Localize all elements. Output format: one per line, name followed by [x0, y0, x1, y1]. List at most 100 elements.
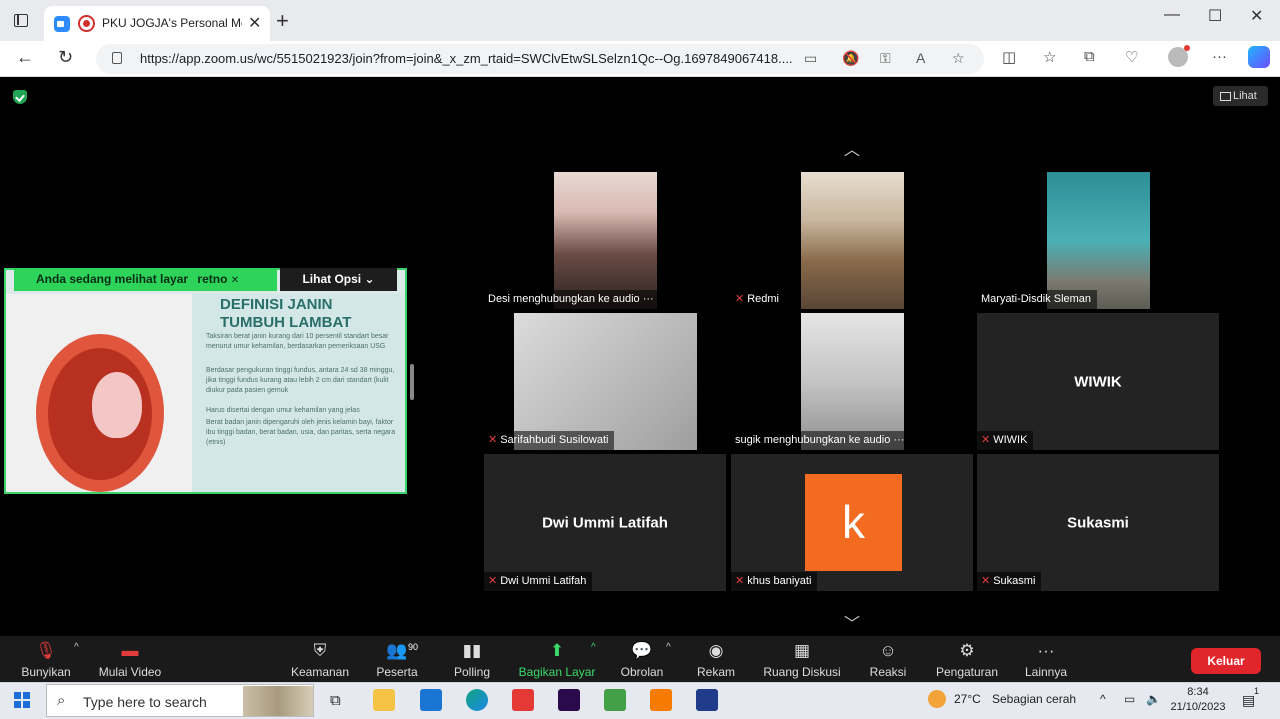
file-explorer-icon[interactable]	[373, 689, 395, 711]
zoom-favicon-icon	[54, 16, 70, 32]
polling-button[interactable]: ▮▮ Polling	[450, 640, 494, 679]
favorites-icon[interactable]: ☆	[1043, 48, 1056, 66]
record-button[interactable]: ◉ Rekam	[694, 640, 738, 679]
view-button-label: Lihat	[1233, 90, 1257, 102]
tab-actions-icon[interactable]	[14, 14, 28, 27]
battery-icon[interactable]: ▭	[1124, 692, 1135, 706]
audio-options-caret-icon[interactable]: ^	[74, 642, 79, 653]
participant-video	[554, 172, 657, 309]
record-label: Rekam	[696, 665, 735, 679]
chevron-down-icon[interactable]: ﹀	[844, 610, 860, 634]
browser-tab-zoom[interactable]: PKU JOGJA's Personal Meeti ✕	[44, 6, 270, 41]
hidden-icons-chevron-icon[interactable]: ^	[1100, 692, 1106, 706]
edge-icon[interactable]	[466, 689, 488, 711]
media-player-icon[interactable]	[650, 689, 672, 711]
collections-icon[interactable]: ⧉	[1084, 48, 1095, 65]
participant-tile[interactable]: Maryati-Disdik Sleman	[977, 172, 1219, 309]
share-banner: Anda sedang melihat layar retno ✕	[14, 268, 277, 291]
participant-tile[interactable]: ✕ Redmi	[731, 172, 973, 309]
mail-icon[interactable]	[420, 689, 442, 711]
weather-desc[interactable]: Sebagian cerah	[992, 692, 1076, 706]
mic-muted-icon: ✕	[488, 434, 498, 446]
shared-screen-panel[interactable]: DEFINISI JANIN TUMBUH LAMBAT Taksiran be…	[4, 268, 407, 494]
record-icon: ◉	[708, 641, 724, 660]
participant-tile[interactable]: k ✕ khus baniyati	[731, 454, 973, 591]
fetus-illustration	[36, 334, 164, 492]
leave-button[interactable]: Keluar	[1191, 648, 1261, 674]
gift-app-icon[interactable]	[512, 689, 534, 711]
word-icon[interactable]	[696, 689, 718, 711]
breakout-rooms-label: Ruang Diskusi	[763, 665, 841, 679]
refresh-icon[interactable]: ↻	[58, 47, 73, 68]
screen: PKU JOGJA's Personal Meeti ✕ + — ☐ ✕ ← ↻…	[0, 0, 1280, 719]
share-options-caret-icon[interactable]: ^	[591, 642, 596, 653]
start-video-label: Mulai Video	[98, 665, 162, 679]
camtasia-icon[interactable]	[604, 689, 626, 711]
weather-icon[interactable]	[928, 690, 946, 708]
premiere-icon[interactable]	[558, 689, 580, 711]
view-button[interactable]: Lihat	[1213, 86, 1268, 106]
notifications-blocked-icon[interactable]: 🔕	[842, 50, 859, 67]
gear-icon: ⚙	[959, 641, 975, 660]
close-window-icon[interactable]: ✕	[1250, 6, 1263, 26]
read-aloud-icon[interactable]: A	[916, 50, 925, 66]
chat-options-caret-icon[interactable]: ^	[666, 642, 671, 653]
tab-close-icon[interactable]: ✕	[248, 13, 261, 33]
unmute-button[interactable]: 🎙 Bunyikan	[20, 640, 72, 679]
back-icon[interactable]: ←	[16, 47, 34, 68]
lock-icon[interactable]	[112, 52, 122, 64]
recording-icon	[78, 15, 95, 32]
settings-button[interactable]: ⚙ Pengaturan	[932, 640, 1002, 679]
chat-button[interactable]: 💬 Obrolan	[618, 640, 666, 679]
panel-resize-handle[interactable]	[410, 364, 414, 400]
view-options-button[interactable]: Lihat Opsi ⌄	[280, 268, 397, 291]
taskbar-search[interactable]: ⌕ Type here to search	[46, 684, 314, 717]
key-icon[interactable]: ⚿	[880, 50, 891, 67]
slide-title-line1: DEFINISI JANIN	[220, 296, 333, 313]
more-menu-icon[interactable]: ···	[1212, 48, 1227, 65]
favorite-star-icon[interactable]: ☆	[952, 50, 965, 67]
participant-tile[interactable]: Desi menghubungkan ke audio ···	[484, 172, 726, 309]
participant-name-label: ✕ Redmi	[731, 290, 786, 309]
split-screen-icon[interactable]: ◫	[1002, 48, 1016, 66]
breakout-rooms-button[interactable]: ▦ Ruang Diskusi	[762, 640, 842, 679]
speaker-icon[interactable]: 🔈	[1146, 692, 1161, 706]
security-button[interactable]: ⛨ Keamanan	[288, 640, 352, 679]
system-clock[interactable]: 8:34 21/10/2023	[1168, 685, 1228, 715]
maximize-icon[interactable]: ☐	[1208, 6, 1222, 26]
settings-label: Pengaturan	[935, 665, 999, 679]
url-field[interactable]: https://app.zoom.us/wc/5515021923/join?f…	[96, 44, 984, 74]
search-placeholder: Type here to search	[83, 694, 207, 710]
new-tab-icon[interactable]: +	[276, 8, 289, 34]
share-screen-button[interactable]: ⬆ Bagikan Layar	[518, 640, 596, 679]
participant-tile[interactable]: WIWIK ✕ WIWIK	[977, 313, 1219, 450]
chevron-up-icon[interactable]: ︿	[844, 136, 860, 160]
copilot-icon[interactable]	[1248, 46, 1270, 68]
more-button[interactable]: ··· Lainnya	[1022, 640, 1070, 679]
mic-muted-icon: ✕	[981, 434, 991, 446]
share-screen-label: Bagikan Layar	[518, 665, 596, 679]
participant-tile[interactable]: Dwi Ummi Latifah ✕ Dwi Ummi Latifah	[484, 454, 726, 591]
participant-tile[interactable]: Sukasmi ✕ Sukasmi	[977, 454, 1219, 591]
camera-icon[interactable]: ▭	[804, 50, 817, 67]
participant-name: Redmi	[747, 293, 780, 305]
participant-video	[801, 313, 904, 450]
task-view-icon[interactable]: ⧉	[330, 692, 341, 709]
windows-start-icon[interactable]	[14, 692, 30, 708]
profile-avatar[interactable]	[1168, 45, 1190, 67]
notification-count-badge: 1	[1254, 686, 1260, 696]
video-off-icon: ▬	[121, 641, 139, 660]
performance-icon[interactable]: ♡	[1125, 48, 1138, 66]
weather-temp[interactable]: 27°C	[954, 692, 981, 706]
reactions-button[interactable]: ☺ Reaksi	[866, 640, 910, 679]
minimize-icon[interactable]: —	[1164, 6, 1180, 24]
slide-bullet: Harus disertai dengan umur kehamilan yan…	[206, 407, 360, 414]
participant-name-label: ✕ khus baniyati	[731, 572, 818, 591]
share-owner-name: retno	[197, 272, 228, 286]
start-video-button[interactable]: ▬ Mulai Video	[96, 640, 164, 679]
participant-tile[interactable]: sugik menghubungkan ke audio ···	[731, 313, 973, 450]
participant-name: Maryati-Disdik Sleman	[981, 293, 1092, 305]
encryption-shield-icon[interactable]	[13, 90, 27, 104]
participant-tile[interactable]: ✕ Sarifahbudi Susilowati	[484, 313, 726, 450]
participant-name: khus baniyati	[747, 575, 812, 587]
